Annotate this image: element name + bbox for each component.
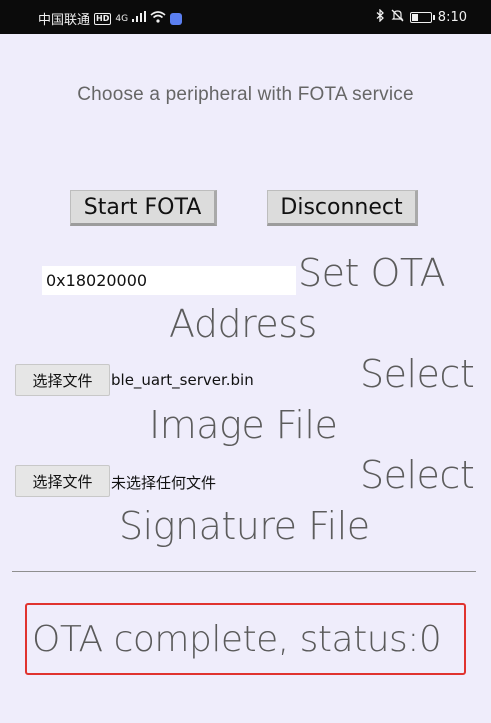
divider: [12, 571, 476, 572]
choose-image-file-button[interactable]: 选择文件: [15, 364, 110, 396]
page-title: Choose a peripheral with FOTA service: [77, 84, 414, 105]
disconnect-button[interactable]: Disconnect: [267, 190, 418, 226]
bluetooth-icon: [376, 8, 385, 26]
battery-icon: [409, 12, 435, 23]
start-fota-button[interactable]: Start FOTA: [70, 190, 217, 226]
signal-icon: [132, 11, 147, 26]
mute-icon: [391, 9, 404, 26]
signature-file-label-line1: Select: [360, 453, 475, 497]
image-file-label-line2: Image File: [149, 403, 338, 447]
choose-signature-file-button[interactable]: 选择文件: [15, 465, 110, 497]
image-file-name: ble_uart_server.bin: [111, 371, 254, 389]
app-notification-icon: [170, 12, 183, 25]
status-bar-left: 中国联通 HD 4G: [38, 9, 183, 28]
status-bar-right: 8:10: [376, 8, 467, 26]
image-file-label-line1: Select: [360, 352, 475, 396]
hd-badge: HD: [94, 12, 112, 25]
signature-file-name: 未选择任何文件: [111, 474, 217, 492]
ota-status-message: OTA complete, status:0: [32, 619, 442, 660]
ota-address-label-line2: Address: [169, 302, 317, 346]
ota-address-input[interactable]: [42, 266, 296, 295]
carrier-name: 中国联通: [38, 13, 91, 28]
network-type: 4G: [115, 13, 129, 24]
status-bar: 中国联通 HD 4G 8:10: [0, 0, 491, 34]
ota-address-label-line1: Set OTA: [298, 251, 446, 295]
clock: 8:10: [437, 10, 467, 25]
wifi-icon: [150, 10, 166, 27]
signature-file-label-line2: Signature File: [119, 504, 370, 548]
